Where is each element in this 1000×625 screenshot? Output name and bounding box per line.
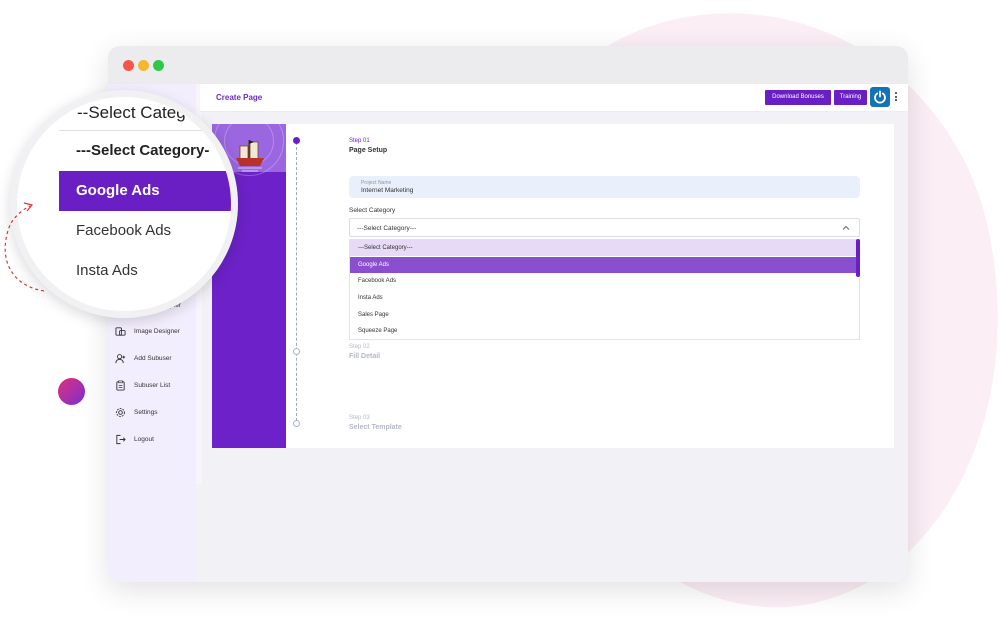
project-name-value: Internet Marketing: [361, 187, 414, 194]
chevron-up-icon: [842, 225, 850, 230]
step-1-number: Step 01: [349, 138, 370, 144]
gear-icon: [116, 408, 125, 417]
dropdown-option[interactable]: Facebook Ads: [350, 273, 857, 289]
page-title: Create Page: [216, 93, 263, 102]
category-dropdown: ---Select Category--- Google Ads Faceboo…: [349, 239, 860, 340]
training-button[interactable]: Training: [834, 90, 867, 105]
download-bonuses-button[interactable]: Download Bonuses: [765, 90, 831, 105]
dropdown-option[interactable]: Squeeze Page: [350, 323, 857, 339]
category-select-value: ---Select Category---: [357, 225, 417, 232]
project-name-label: Project Name: [361, 180, 392, 186]
power-button[interactable]: [870, 87, 890, 107]
category-select[interactable]: ---Select Category---: [349, 218, 860, 237]
step-2-number: Step 02: [349, 344, 370, 350]
sidebar-item-label: Subuser List: [134, 382, 171, 389]
select-category-label: Select Category: [349, 207, 396, 214]
maximize-window-button[interactable]: [153, 60, 164, 71]
dropdown-option[interactable]: Google Ads: [350, 257, 857, 273]
ship-illustration: [236, 140, 264, 172]
project-name-field[interactable]: Project Name Internet Marketing: [349, 176, 860, 198]
step-3-marker: [293, 420, 300, 427]
titlebar: [108, 46, 908, 84]
top-bar: Create Page Download Bonuses Training: [200, 84, 908, 112]
minimize-window-button[interactable]: [138, 60, 149, 71]
magnifier-option: Insta Ads: [76, 262, 138, 279]
dashed-arrow: [4, 202, 45, 292]
sidebar-item-label: Image Designer: [134, 328, 180, 335]
dropdown-option[interactable]: ---Select Category---: [350, 240, 857, 256]
magnifier-dropdown: ---Select Category- Google Ads Facebook …: [59, 130, 231, 310]
stage: gner Image Designer Add Subuser Subuser …: [0, 0, 1000, 625]
dropdown-option[interactable]: Sales Page: [350, 307, 857, 323]
step-1-marker: [293, 137, 300, 144]
step-3-number: Step 03: [349, 415, 370, 421]
image-icon: [115, 327, 126, 336]
dropdown-option[interactable]: Insta Ads: [350, 290, 857, 306]
magnifier-option: Facebook Ads: [76, 222, 172, 239]
browser-window: gner Image Designer Add Subuser Subuser …: [108, 46, 908, 582]
step-1-title: Page Setup: [349, 147, 388, 154]
clipboard-icon: [116, 380, 125, 391]
magnifier-option: ---Select Category-: [76, 142, 210, 159]
step-2-title: Fill Detail: [349, 353, 381, 360]
decorative-dot: [58, 378, 85, 405]
sidebar-item-label: Add Subuser: [134, 355, 172, 362]
step-timeline: [296, 142, 297, 426]
kebab-menu-icon[interactable]: [895, 92, 899, 103]
sidebar-item-label: Logout: [134, 436, 154, 443]
power-icon: [874, 90, 886, 104]
logout-icon: [116, 434, 126, 445]
sidebar-item-label: Settings: [134, 409, 158, 416]
magnifier-option: Google Ads: [59, 171, 231, 211]
add-user-icon: [115, 354, 126, 364]
magnifier-select-text: --Select Categ: [77, 103, 186, 122]
close-window-button[interactable]: [123, 60, 134, 71]
dropdown-scrollbar[interactable]: [856, 239, 860, 277]
step-3-title: Select Template: [349, 424, 402, 431]
step-2-marker: [293, 348, 300, 355]
